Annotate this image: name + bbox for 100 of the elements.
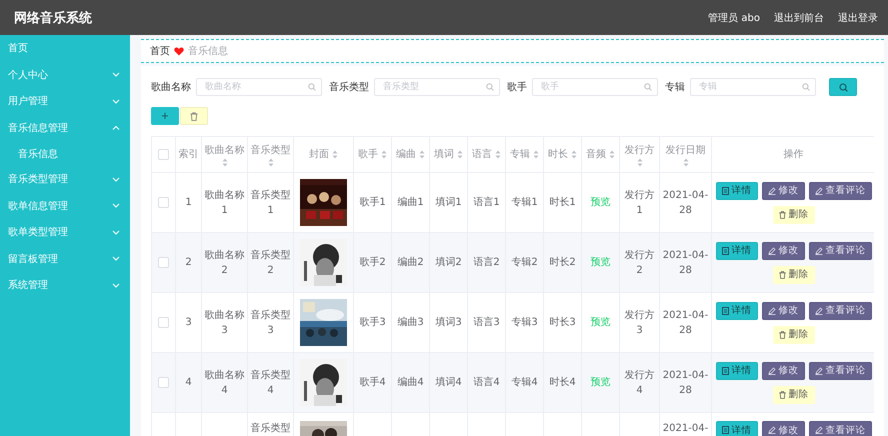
sort-icon[interactable] [419,150,425,159]
sort-icon[interactable] [381,150,387,159]
sort-icon[interactable] [571,150,577,159]
checkbox[interactable] [158,376,169,388]
table-cell: 歌曲名称3 [204,310,244,336]
search-icon [644,83,652,91]
detail-button[interactable]: 详情 [716,362,758,380]
table-cell: 2021-04-28 [662,190,708,216]
table-cell: 音乐类型 [250,423,290,434]
column-header: 音乐类型 [250,144,290,158]
table-cell: 发行方2 [624,250,654,276]
search-field[interactable]: 歌手 [532,78,658,96]
edit-button[interactable]: 修改 [762,182,804,200]
table-cell: 音乐类型2 [250,250,290,276]
detail-button[interactable]: 详情 [716,182,758,200]
table-cell: 2021-04-28 [662,250,708,276]
table-cell: 歌曲名称4 [204,370,244,396]
edit-button[interactable]: 查看评论 [808,182,872,200]
table-cell: 歌曲名称1 [204,190,244,216]
delete-button[interactable]: 删除 [772,386,814,404]
sort-icon[interactable] [682,158,688,166]
header-link[interactable]: 管理员 abo [708,10,760,24]
sort-icon[interactable] [332,150,338,159]
search-field[interactable]: 专辑 [690,78,816,96]
sort-icon[interactable] [636,158,642,166]
trash-icon [778,210,786,218]
table-cell: 编曲1 [397,197,424,208]
sort-icon[interactable] [609,150,615,159]
sort-icon[interactable] [495,150,501,159]
sort-icon[interactable] [457,150,463,159]
search-icon [802,83,810,91]
pencil-icon [768,366,776,374]
breadcrumb-link[interactable]: 首页 [150,44,170,58]
table-cell: 时长2 [549,257,576,268]
edit-button[interactable]: 修改 [762,421,804,436]
add-button[interactable]: + [151,107,179,125]
trash-icon [778,390,786,398]
column-header: 歌手 [358,148,378,162]
pencil-icon [814,246,822,254]
checkbox[interactable] [158,256,169,268]
edit-button[interactable]: 修改 [762,362,804,380]
table-cell: 歌曲名称2 [204,250,244,276]
pencil-icon [814,186,822,194]
document-icon [722,306,728,314]
column-header: 语言 [472,148,492,162]
sort-icon[interactable] [533,150,539,159]
pencil-icon [768,246,776,254]
table-cell: 2021-04-28 [662,310,708,336]
search-field[interactable]: 歌曲名称 [196,78,322,96]
checkbox[interactable] [158,148,169,160]
document-icon [722,366,728,374]
edit-button[interactable]: 修改 [762,302,804,320]
search-icon [486,83,494,91]
table-cell: 发行方3 [624,310,654,336]
checkbox[interactable] [158,316,169,328]
edit-button[interactable]: 查看评论 [808,421,872,436]
sort-icon[interactable] [268,158,274,166]
table-cell: 语言2 [473,257,500,268]
delete-button[interactable] [180,107,208,125]
pencil-icon [768,186,776,194]
table-cell: 专辑3 [511,317,538,328]
table-cell: 专辑1 [511,197,538,208]
column-header: 专辑 [510,148,530,162]
header-link[interactable]: 退出到前台 [774,10,824,24]
table-cell: 发行方1 [624,190,654,216]
delete-button[interactable]: 删除 [772,326,814,344]
detail-button[interactable]: 详情 [716,302,758,320]
field-label: 音乐类型 [329,80,369,94]
pencil-icon [814,366,822,374]
table-cell: 音乐类型4 [250,370,290,396]
column-header: 封面 [309,148,329,162]
delete-button[interactable]: 删除 [772,206,814,224]
detail-button[interactable]: 详情 [716,242,758,260]
app-title: 网络音乐系统 [14,10,92,26]
table-cell: 音乐类型3 [250,310,290,336]
edit-button[interactable]: 修改 [762,242,804,260]
pencil-icon [814,426,822,434]
header-link[interactable]: 退出登录 [838,10,878,24]
detail-button[interactable]: 详情 [716,421,758,436]
index-cell: 1 [185,197,192,208]
delete-button[interactable]: 删除 [772,266,814,284]
edit-button[interactable]: 查看评论 [808,362,872,380]
table-cell: 编曲2 [397,257,424,268]
column-header: 歌曲名称 [204,144,244,158]
search-button[interactable] [829,78,857,96]
edit-button[interactable]: 查看评论 [808,242,872,260]
document-icon [722,186,728,194]
column-header: 发行日期 [666,144,706,158]
search-field[interactable]: 音乐类型 [374,78,500,96]
table-cell: 专辑2 [511,257,538,268]
field-label: 专辑 [665,80,685,94]
edit-button[interactable]: 查看评论 [808,302,872,320]
sort-icon[interactable] [222,158,228,166]
column-header: 编曲 [396,148,416,162]
checkbox[interactable] [158,196,169,208]
table-cell: 语言3 [473,317,500,328]
column-header: 填词 [434,148,454,162]
table-cell: 音乐类型1 [250,190,290,216]
breadcrumb-link[interactable]: 音乐信息 [188,44,228,58]
table-cell: 歌手1 [359,197,386,208]
